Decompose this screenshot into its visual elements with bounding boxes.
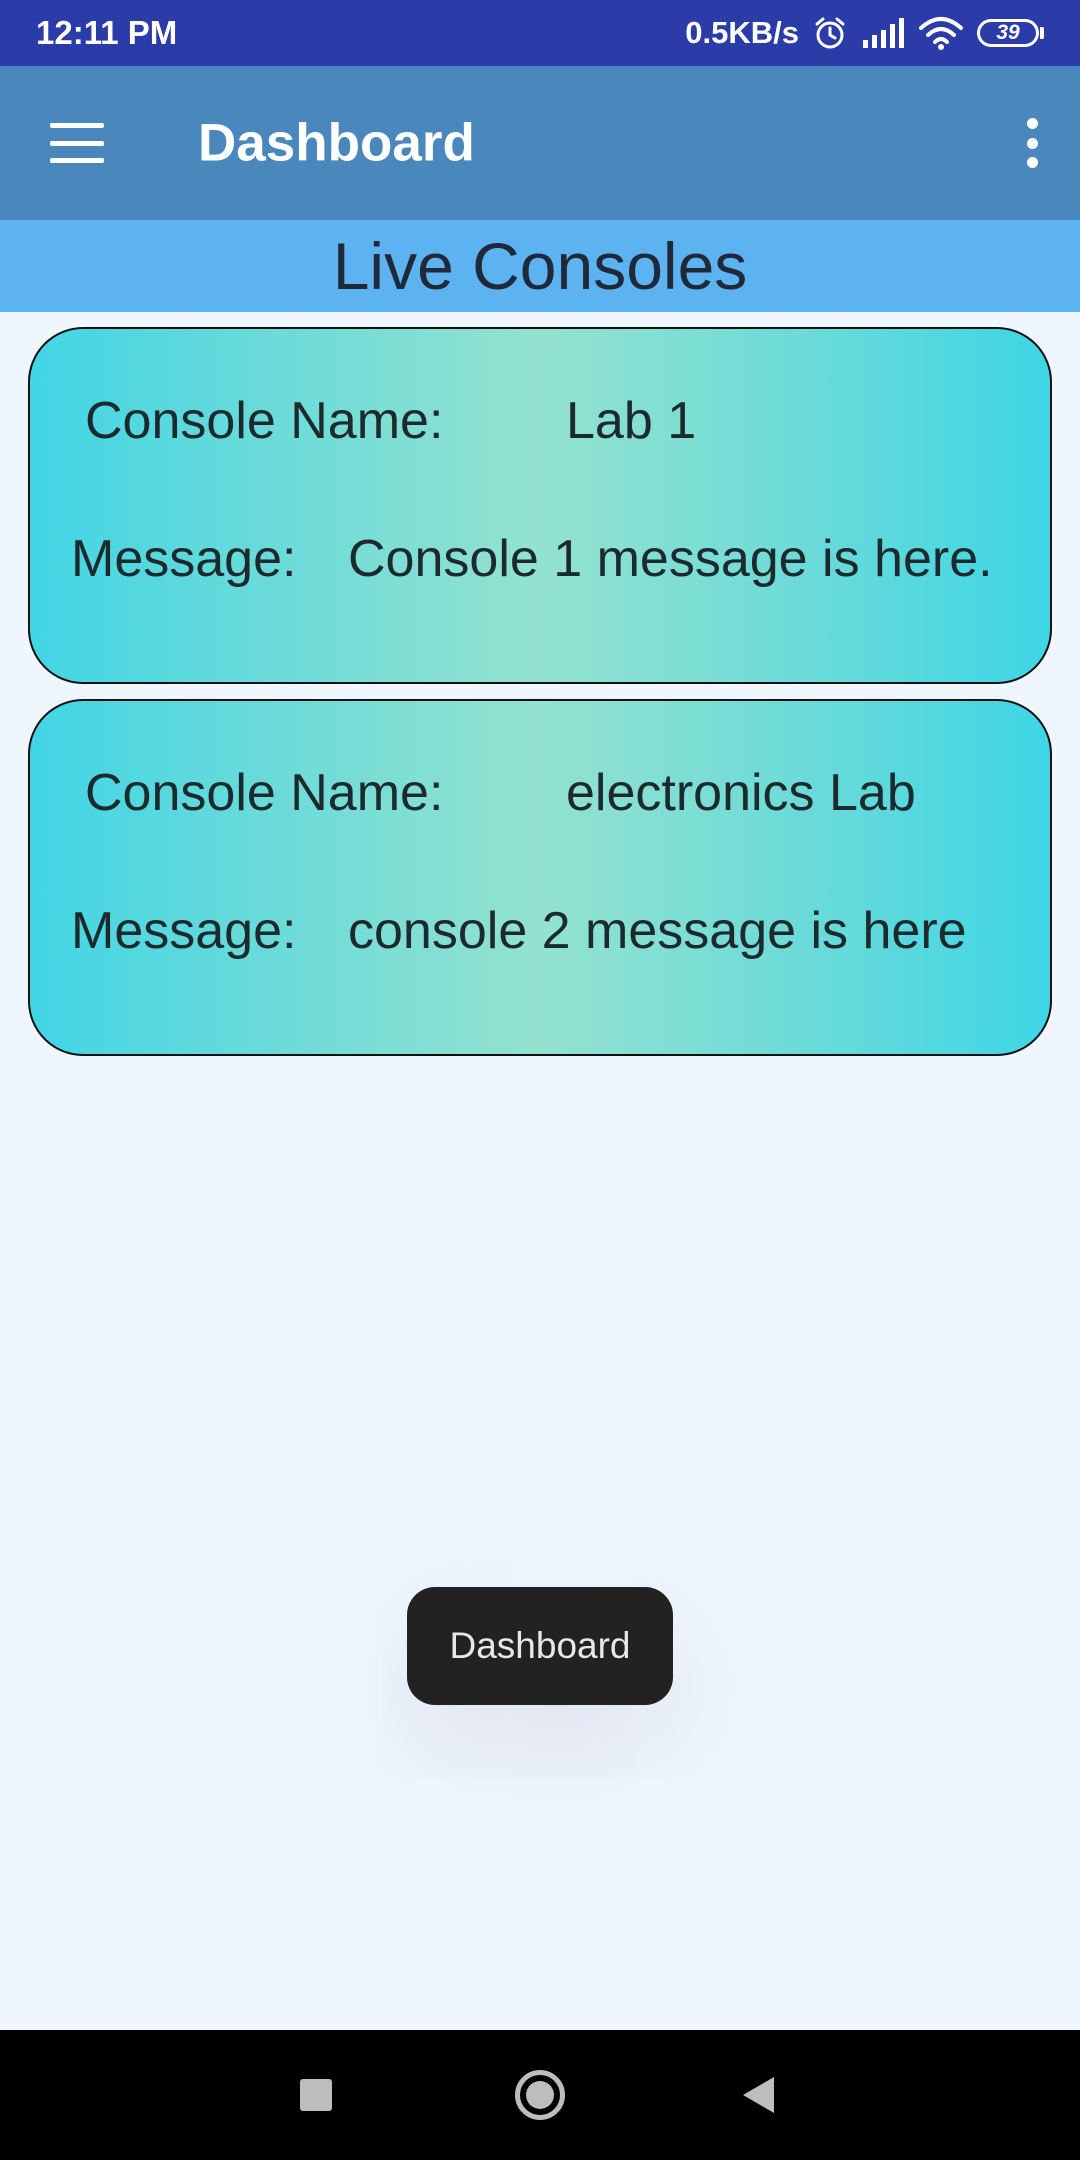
app-title: Dashboard bbox=[198, 113, 475, 173]
console-message-label: Message: bbox=[71, 530, 297, 588]
menu-icon[interactable] bbox=[50, 123, 104, 163]
home-icon[interactable] bbox=[515, 2070, 565, 2120]
more-vert-icon[interactable] bbox=[1022, 118, 1042, 168]
battery-tip bbox=[1040, 27, 1044, 39]
signal-icon bbox=[861, 18, 905, 48]
recents-icon[interactable] bbox=[300, 2079, 332, 2111]
alarm-icon bbox=[813, 16, 847, 50]
console-name-value: electronics Lab bbox=[566, 764, 916, 822]
console-name-value: Lab 1 bbox=[566, 392, 697, 450]
battery-icon: 39 bbox=[977, 19, 1044, 47]
console-message-value: console 2 message is here bbox=[348, 902, 967, 960]
console-message-value: Console 1 message is here. bbox=[348, 530, 993, 588]
section-header: Live Consoles bbox=[0, 220, 1080, 312]
console-card[interactable]: Console Name: Lab 1 Message: Console 1 m… bbox=[28, 327, 1052, 684]
status-time: 12:11 PM bbox=[36, 14, 178, 51]
toast-text: Dashboard bbox=[449, 1625, 631, 1666]
status-bar: 12:11 PM 0.5KB/s 39 bbox=[0, 0, 1080, 66]
console-card[interactable]: Console Name: electronics Lab Message: c… bbox=[28, 699, 1052, 1056]
back-icon[interactable] bbox=[743, 2077, 774, 2113]
network-speed: 0.5KB/s bbox=[685, 15, 799, 50]
battery-level: 39 bbox=[977, 19, 1039, 47]
app-bar: Dashboard bbox=[0, 66, 1080, 220]
navigation-bar bbox=[0, 2030, 1080, 2160]
console-name-label: Console Name: bbox=[85, 764, 444, 822]
status-indicators: 0.5KB/s 39 bbox=[685, 15, 1044, 51]
console-message-label: Message: bbox=[71, 902, 297, 960]
wifi-icon bbox=[919, 16, 963, 50]
console-name-label: Console Name: bbox=[85, 392, 444, 450]
section-title: Live Consoles bbox=[332, 229, 748, 303]
toast: Dashboard bbox=[407, 1587, 673, 1705]
